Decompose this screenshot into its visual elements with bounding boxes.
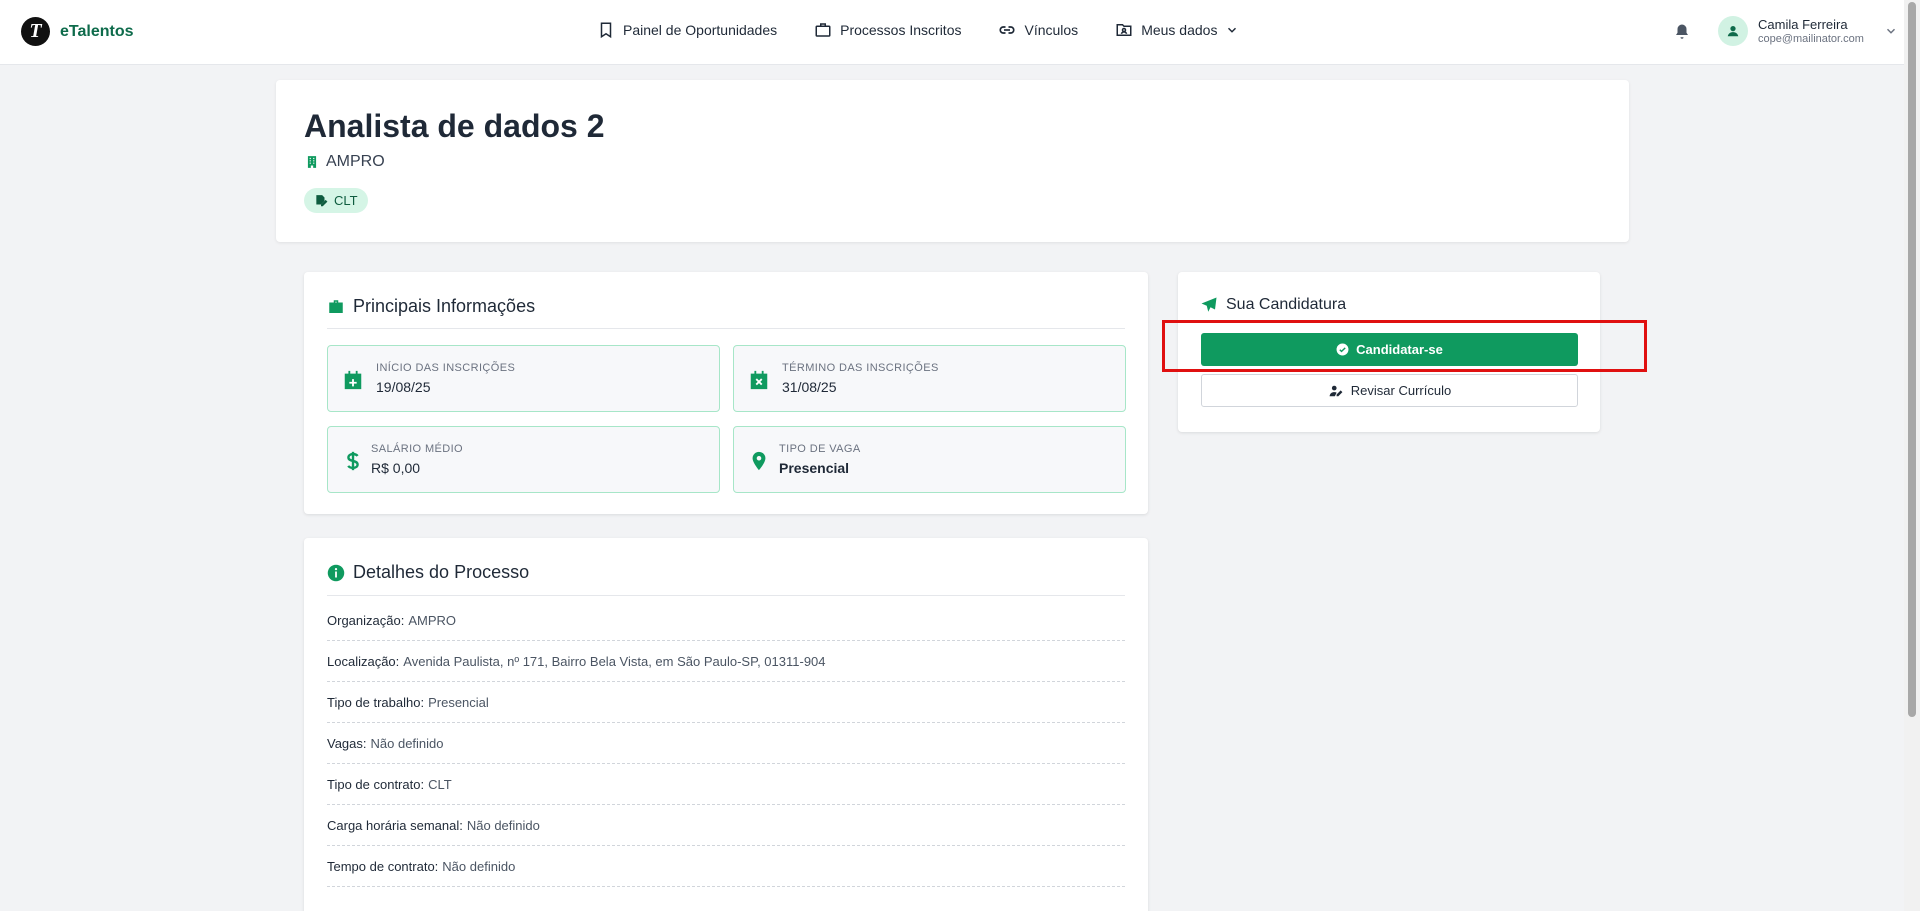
detail-key: Tempo de contrato: — [327, 858, 439, 874]
brand-name: eTalentos — [60, 22, 134, 40]
page-title: Analista de dados 2 — [304, 108, 605, 144]
detail-key: Organização: — [327, 612, 405, 628]
tile-value: R$ 0,00 — [371, 460, 421, 476]
section-title: Principais Informações — [327, 296, 535, 317]
tile-value: 31/08/25 — [782, 379, 837, 395]
section-title: Sua Candidatura — [1200, 296, 1346, 314]
contract-badge: CLT — [304, 188, 368, 213]
info-tile-start: INÍCIO DAS INSCRIÇÕES 19/08/25 — [327, 345, 720, 412]
tile-value: Presencial — [779, 460, 850, 476]
nav-label: Meus dados — [1141, 22, 1218, 38]
user-edit-icon — [1329, 385, 1343, 396]
chevron-down-icon — [1886, 28, 1895, 34]
avatar — [1718, 16, 1748, 46]
paper-plane-icon — [1201, 297, 1217, 312]
detail-key: Tipo de contrato: — [327, 776, 425, 792]
detail-key: Vagas: — [327, 735, 367, 751]
briefcase-icon — [815, 23, 831, 37]
bookmark-icon — [600, 22, 612, 39]
company-name: AMPRO — [326, 153, 385, 170]
detail-list: Organização: AMPRO Localização: Avenida Pa… — [327, 600, 1125, 887]
brand[interactable]: T eTalentos — [21, 17, 134, 46]
contract-icon — [316, 194, 328, 206]
brand-logo: T — [21, 17, 50, 46]
detail-row: Organização: AMPRO — [327, 600, 1125, 641]
tile-label: TÉRMINO DAS INSCRIÇÕES — [782, 362, 939, 374]
nav-processos-inscritos[interactable]: Processos Inscritos — [814, 21, 961, 39]
detail-value: AMPRO — [408, 612, 456, 628]
detail-value: Presencial — [428, 694, 489, 710]
section-title-text: Sua Candidatura — [1226, 296, 1347, 313]
detail-key: Carga horária semanal: — [327, 817, 463, 833]
detail-key: Tipo de trabalho: — [327, 694, 425, 710]
section-title: Detalhes do Processo — [327, 562, 529, 583]
tile-value: 19/08/25 — [376, 379, 431, 395]
info-tile-end: TÉRMINO DAS INSCRIÇÕES 31/08/25 — [733, 345, 1126, 412]
nav-painel-oportunidades[interactable]: Painel de Oportunidades — [597, 21, 777, 39]
calendar-plus-icon — [344, 370, 362, 390]
company: AMPRO — [305, 153, 385, 171]
scrollbar-thumb[interactable] — [1908, 2, 1916, 717]
user-menu[interactable]: Camila Ferreira cope@mailinator.com — [1718, 16, 1898, 46]
user-name: Camila Ferreira — [1758, 16, 1848, 32]
user-email: cope@mailinator.com — [1758, 32, 1864, 45]
process-details-card: Detalhes do Processo Organização: AMPRO L… — [304, 538, 1148, 911]
info-icon — [327, 564, 345, 581]
detail-value: Avenida Paulista, nº 171, Bairro Bela Vi… — [403, 653, 826, 669]
folder-user-icon — [1116, 24, 1132, 36]
calendar-x-icon — [750, 370, 768, 390]
detail-row: Tipo de trabalho: Presencial — [327, 682, 1125, 723]
dollar-icon — [347, 451, 359, 471]
review-resume-button[interactable]: Revisar Currículo — [1201, 374, 1578, 407]
detail-value: Não definido — [442, 858, 516, 874]
tile-label: TIPO DE VAGA — [779, 443, 861, 455]
user-icon — [1727, 26, 1739, 37]
detail-row: Vagas: Não definido — [327, 723, 1125, 764]
section-title-text: Detalhes do Processo — [353, 562, 530, 582]
section-title-text: Principais Informações — [353, 296, 536, 316]
tile-label: INÍCIO DAS INSCRIÇÕES — [376, 362, 516, 374]
scrollbar[interactable] — [1904, 0, 1920, 911]
main-nav: Painel de Oportunidades Processos Inscri… — [597, 21, 1239, 39]
detail-key: Localização: — [327, 653, 400, 669]
user-info: Camila Ferreira cope@mailinator.com — [1758, 17, 1864, 46]
divider — [327, 328, 1125, 329]
bell-icon[interactable] — [1673, 22, 1691, 42]
info-tile-type: TIPO DE VAGA Presencial — [733, 426, 1126, 493]
nav-meus-dados[interactable]: Meus dados — [1115, 21, 1239, 39]
map-pin-icon — [752, 451, 766, 471]
nav-label: Painel de Oportunidades — [623, 22, 778, 38]
top-navbar: T eTalentos Painel de Oportunidades Proc… — [0, 0, 1904, 65]
nav-vinculos[interactable]: Vínculos — [998, 21, 1078, 39]
detail-row: Tempo de contrato: Não definido — [327, 846, 1125, 887]
detail-value: CLT — [428, 776, 452, 792]
highlight-box — [1162, 320, 1647, 372]
job-header-card: Analista de dados 2 AMPRO CLT — [276, 80, 1629, 242]
link-icon — [999, 26, 1015, 34]
detail-value: Não definido — [370, 735, 444, 751]
detail-value: Não definido — [466, 817, 540, 833]
briefcase-icon — [329, 299, 343, 313]
badge-label: CLT — [334, 193, 358, 208]
building-icon — [307, 156, 317, 168]
tile-label: SALÁRIO MÉDIO — [371, 443, 463, 455]
chevron-down-icon — [1228, 27, 1237, 33]
main-info-card: Principais Informações INÍCIO DAS INSCRI… — [304, 272, 1148, 514]
detail-row: Localização: Avenida Paulista, nº 171, Ba… — [327, 641, 1125, 682]
nav-label: Processos Inscritos — [840, 22, 962, 38]
detail-row: Carga horária semanal: Não definido — [327, 805, 1125, 846]
review-button-label: Revisar Currículo — [1350, 383, 1452, 398]
detail-row: Tipo de contrato: CLT — [327, 764, 1125, 805]
divider — [327, 595, 1125, 596]
info-tile-salary: SALÁRIO MÉDIO R$ 0,00 — [327, 426, 720, 493]
nav-label: Vínculos — [1024, 22, 1079, 38]
